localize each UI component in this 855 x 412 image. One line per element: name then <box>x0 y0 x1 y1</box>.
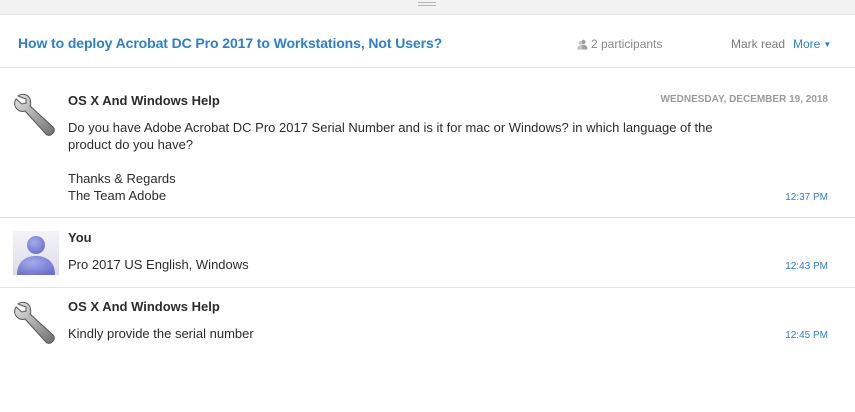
message-body: Kindly provide the serial number <box>68 325 758 342</box>
message-body: Pro 2017 US English, Windows <box>68 256 758 273</box>
message-time: 12:43 PM <box>785 261 828 272</box>
more-label: More <box>793 37 821 51</box>
thread-header: How to deploy Acrobat DC Pro 2017 to Wor… <box>0 15 855 68</box>
participants-label: 2 participants <box>591 37 663 51</box>
message-text: Do you have Adobe Acrobat DC Pro 2017 Se… <box>68 120 713 152</box>
wrench-icon <box>14 301 55 344</box>
wrench-icon <box>14 93 55 136</box>
message-date: WEDNESDAY, DECEMBER 19, 2018 <box>660 94 828 105</box>
participants-icon <box>577 39 588 50</box>
more-menu-button[interactable]: More ▼ <box>793 37 831 51</box>
message-signoff: Thanks & Regards The Team Adobe <box>68 171 176 203</box>
participants-count[interactable]: 2 participants <box>577 37 662 51</box>
message-sender: You <box>68 230 92 245</box>
thread-title[interactable]: How to deploy Acrobat DC Pro 2017 to Wor… <box>18 35 442 51</box>
message-time: 12:45 PM <box>785 330 828 341</box>
message-item: OS X And Windows Help WEDNESDAY, DECEMBE… <box>0 68 855 218</box>
message-time: 12:37 PM <box>785 192 828 203</box>
message-sender: OS X And Windows Help <box>68 93 220 108</box>
resize-grip-icon[interactable] <box>418 2 436 8</box>
message-text: Kindly provide the serial number <box>68 326 254 341</box>
chevron-down-icon: ▼ <box>823 40 832 49</box>
user-avatar-icon <box>13 231 59 275</box>
top-bar <box>0 0 855 15</box>
mark-read-button[interactable]: Mark read <box>731 37 785 51</box>
message-body: Do you have Adobe Acrobat DC Pro 2017 Se… <box>68 119 758 204</box>
message-sender: OS X And Windows Help <box>68 299 220 314</box>
message-item: OS X And Windows Help Kindly provide the… <box>0 288 855 350</box>
message-item: You Pro 2017 US English, Windows 12:43 P… <box>0 218 855 288</box>
message-text: Pro 2017 US English, Windows <box>68 257 249 272</box>
